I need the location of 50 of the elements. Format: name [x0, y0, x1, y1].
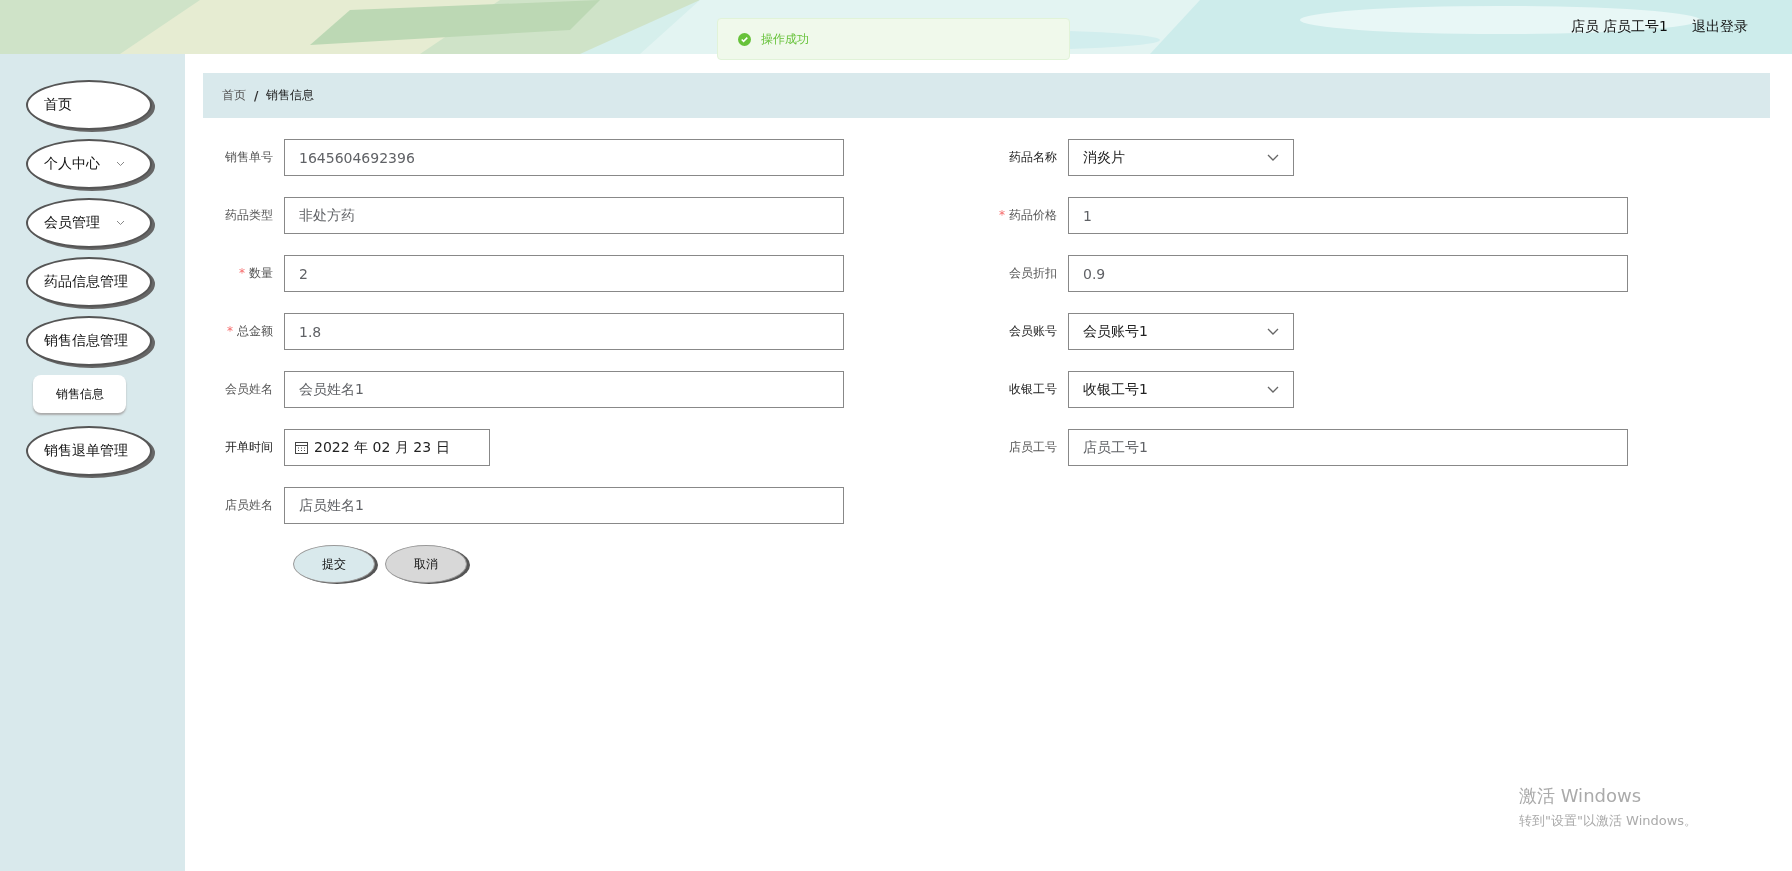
toast-message: 操作成功 — [761, 30, 809, 48]
text-field[interactable]: 店员姓名1 — [284, 487, 844, 524]
sidebar-item[interactable]: 药品信息管理 — [26, 257, 152, 307]
sidebar-item[interactable]: 销售信息管理 — [26, 316, 152, 366]
field-label: 开单时间 — [224, 439, 274, 456]
field-label: * 药品价格 — [998, 207, 1058, 224]
text-field[interactable]: 1645604692396 — [284, 139, 844, 176]
sidebar-subitem[interactable]: 销售信息 — [33, 375, 126, 413]
chevron-down-icon — [1267, 327, 1279, 336]
field-label: 店员姓名 — [224, 497, 274, 514]
activation-title: 激活 Windows — [1519, 784, 1643, 808]
calendar-icon — [295, 441, 308, 454]
chevron-down-icon — [1267, 153, 1279, 162]
dropdown-field[interactable]: 消炎片 — [1068, 139, 1294, 176]
chevron-down-icon — [116, 161, 125, 167]
sidebar-item[interactable]: 会员管理 — [26, 198, 152, 248]
field-label: 会员折扣 — [1008, 265, 1058, 282]
activation-subtitle: 转到"设置"以激活 Windows。 — [1519, 812, 1698, 830]
sidebar-item[interactable]: 销售退单管理 — [26, 426, 152, 476]
field-label: 会员账号 — [1008, 323, 1058, 340]
check-circle-icon — [738, 32, 751, 46]
dropdown-field[interactable]: 收银工号1 — [1068, 371, 1294, 408]
submit-button[interactable]: 提交 — [293, 545, 375, 583]
sidebar-item[interactable]: 首页 — [26, 80, 152, 130]
breadcrumb-separator: / — [254, 88, 259, 103]
field-label: 会员姓名 — [224, 381, 274, 398]
dropdown-field[interactable]: 会员账号1 — [1068, 313, 1294, 350]
chevron-down-icon — [1267, 385, 1279, 394]
text-field[interactable]: 店员工号1 — [1068, 429, 1628, 466]
cancel-button[interactable]: 取消 — [385, 545, 467, 583]
text-field[interactable]: 2 — [284, 255, 844, 292]
field-label: * 总金额 — [226, 323, 274, 340]
chevron-down-icon — [116, 220, 125, 226]
field-label: 店员工号 — [1008, 439, 1058, 456]
text-field[interactable]: 非处方药 — [284, 197, 844, 234]
breadcrumb-item: 销售信息 — [266, 87, 315, 104]
field-label: * 数量 — [238, 265, 274, 282]
text-field[interactable]: 1 — [1068, 197, 1628, 234]
user-info: 店员 店员工号1 — [1570, 18, 1668, 36]
text-field[interactable]: 会员姓名1 — [284, 371, 844, 408]
field-label: 收银工号 — [1008, 381, 1058, 398]
field-label: 药品名称 — [1008, 149, 1058, 166]
date-field[interactable]: 2022 年 02 月 23 日 — [284, 429, 490, 466]
breadcrumb-item[interactable]: 首页 — [222, 87, 246, 104]
sidebar-item[interactable]: 个人中心 — [26, 139, 152, 189]
field-label: 药品类型 — [224, 207, 274, 224]
text-field[interactable]: 1.8 — [284, 313, 844, 350]
field-label: 销售单号 — [224, 149, 274, 166]
logout-link[interactable]: 退出登录 — [1692, 18, 1748, 36]
text-field[interactable]: 0.9 — [1068, 255, 1628, 292]
